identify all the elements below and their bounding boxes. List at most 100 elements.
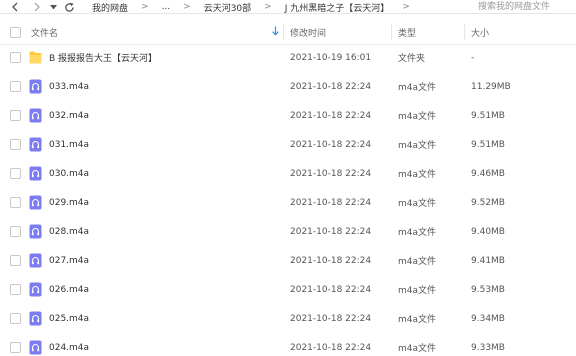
row-checkbox[interactable] — [10, 342, 21, 353]
file-list-header: 文件名 修改时间 类型 大小 — [0, 19, 576, 45]
file-row[interactable]: 031.m4a 2021-10-18 22:24 m4a文件 9.51MB — [0, 130, 576, 159]
file-size: 11.29MB — [471, 81, 511, 92]
file-modified-time: 2021-10-18 22:24 — [290, 255, 372, 266]
audio-file-icon — [29, 340, 42, 355]
row-checkbox[interactable] — [10, 197, 21, 208]
file-row[interactable]: 027.m4a 2021-10-18 22:24 m4a文件 9.41MB — [0, 246, 576, 275]
file-modified-time: 2021-10-18 22:24 — [290, 197, 372, 208]
back-button[interactable] — [8, 0, 22, 14]
row-checkbox[interactable] — [10, 255, 21, 266]
column-header-modified[interactable]: 修改时间 — [290, 19, 326, 45]
row-checkbox[interactable] — [10, 139, 21, 150]
audio-file-icon — [29, 195, 42, 210]
column-divider[interactable] — [283, 24, 284, 40]
file-name[interactable]: 027.m4a — [49, 246, 89, 275]
file-type: m4a文件 — [398, 286, 437, 296]
file-type: m4a文件 — [398, 83, 437, 93]
chevron-left-icon — [12, 2, 18, 12]
file-type: m4a文件 — [398, 199, 437, 209]
folder-icon — [29, 51, 42, 64]
file-row[interactable]: 030.m4a 2021-10-18 22:24 m4a文件 9.46MB — [0, 159, 576, 188]
row-checkbox[interactable] — [10, 52, 21, 63]
history-dropdown-button[interactable] — [48, 0, 58, 14]
audio-file-icon — [29, 311, 42, 326]
breadcrumb-separator: > — [264, 2, 272, 12]
file-name[interactable]: 024.m4a — [49, 333, 89, 356]
row-checkbox[interactable] — [10, 226, 21, 237]
file-row[interactable]: 028.m4a 2021-10-18 22:24 m4a文件 9.40MB — [0, 217, 576, 246]
file-name[interactable]: 031.m4a — [49, 130, 89, 159]
row-checkbox[interactable] — [10, 168, 21, 179]
file-type: m4a文件 — [398, 315, 437, 325]
file-row[interactable]: B 报报报告大王【云天河】 2021-10-19 16:01 文件夹 - — [0, 43, 576, 72]
file-size: 9.53MB — [471, 284, 505, 295]
file-row[interactable]: 032.m4a 2021-10-18 22:24 m4a文件 9.51MB — [0, 101, 576, 130]
file-size: 9.33MB — [471, 342, 505, 353]
breadcrumb: 我的网盘 > ... > 云天河30部 > J 九州黑暗之子【云天河】 > — [92, 0, 423, 14]
file-row[interactable]: 024.m4a 2021-10-18 22:24 m4a文件 9.33MB — [0, 333, 576, 356]
audio-file-icon — [29, 137, 42, 152]
file-modified-time: 2021-10-18 22:24 — [290, 342, 372, 353]
file-name[interactable]: 025.m4a — [49, 304, 89, 333]
refresh-button[interactable] — [62, 0, 76, 14]
file-type: m4a文件 — [398, 257, 437, 267]
file-type: m4a文件 — [398, 112, 437, 122]
file-size: 9.51MB — [471, 110, 505, 121]
file-row[interactable]: 026.m4a 2021-10-18 22:24 m4a文件 9.53MB — [0, 275, 576, 304]
audio-file-icon — [29, 108, 42, 123]
breadcrumb-item-current-folder[interactable]: J 九州黑暗之子【云天河】 — [285, 1, 390, 14]
file-size: 9.52MB — [471, 197, 505, 208]
breadcrumb-separator[interactable]: > — [402, 2, 410, 12]
file-size: 9.34MB — [471, 313, 505, 324]
file-size: 9.46MB — [471, 168, 505, 179]
file-size: 9.51MB — [471, 139, 505, 150]
file-modified-time: 2021-10-18 22:24 — [290, 110, 372, 121]
file-name[interactable]: 032.m4a — [49, 101, 89, 130]
file-name[interactable]: 026.m4a — [49, 275, 89, 304]
file-modified-time: 2021-10-18 22:24 — [290, 139, 372, 150]
file-row[interactable]: 033.m4a 2021-10-18 22:24 m4a文件 11.29MB — [0, 72, 576, 101]
file-type: 文件夹 — [398, 54, 426, 64]
file-modified-time: 2021-10-18 22:24 — [290, 168, 372, 179]
file-name[interactable]: B 报报报告大王【云天河】 — [49, 43, 157, 72]
breadcrumb-item-yuntianhe-30[interactable]: 云天河30部 — [204, 1, 251, 14]
row-checkbox[interactable] — [10, 81, 21, 92]
sort-arrow-down-icon[interactable] — [272, 26, 279, 36]
file-row[interactable]: 029.m4a 2021-10-18 22:24 m4a文件 9.52MB — [0, 188, 576, 217]
audio-file-icon — [29, 253, 42, 268]
breadcrumb-item-ellipsis[interactable]: ... — [162, 2, 171, 12]
file-modified-time: 2021-10-18 22:24 — [290, 313, 372, 324]
row-checkbox[interactable] — [10, 313, 21, 324]
file-modified-time: 2021-10-18 22:24 — [290, 284, 372, 295]
file-size: - — [471, 52, 475, 63]
row-checkbox[interactable] — [10, 110, 21, 121]
file-type: m4a文件 — [398, 141, 437, 151]
file-name[interactable]: 029.m4a — [49, 188, 89, 217]
file-row[interactable]: 025.m4a 2021-10-18 22:24 m4a文件 9.34MB — [0, 304, 576, 333]
file-name[interactable]: 033.m4a — [49, 72, 89, 101]
search-input[interactable] — [464, 0, 576, 14]
file-name[interactable]: 030.m4a — [49, 159, 89, 188]
column-divider[interactable] — [391, 24, 392, 40]
audio-file-icon — [29, 166, 42, 181]
forward-button[interactable] — [30, 0, 44, 14]
row-checkbox[interactable] — [10, 284, 21, 295]
file-modified-time: 2021-10-18 22:24 — [290, 81, 372, 92]
file-name[interactable]: 028.m4a — [49, 217, 89, 246]
select-all-checkbox[interactable] — [10, 27, 21, 38]
breadcrumb-separator: > — [183, 2, 191, 12]
file-type: m4a文件 — [398, 344, 437, 354]
file-modified-time: 2021-10-18 22:24 — [290, 226, 372, 237]
audio-file-icon — [29, 282, 42, 297]
audio-file-icon — [29, 79, 42, 94]
column-header-name[interactable]: 文件名 — [31, 19, 58, 45]
column-divider[interactable] — [464, 24, 465, 40]
column-header-type[interactable]: 类型 — [398, 19, 416, 45]
caret-down-icon — [49, 4, 57, 9]
column-header-size[interactable]: 大小 — [471, 19, 489, 45]
audio-file-icon — [29, 224, 42, 239]
file-size: 9.40MB — [471, 226, 505, 237]
file-size: 9.41MB — [471, 255, 505, 266]
file-modified-time: 2021-10-19 16:01 — [290, 52, 372, 63]
breadcrumb-item-my-disk[interactable]: 我的网盘 — [92, 1, 128, 14]
